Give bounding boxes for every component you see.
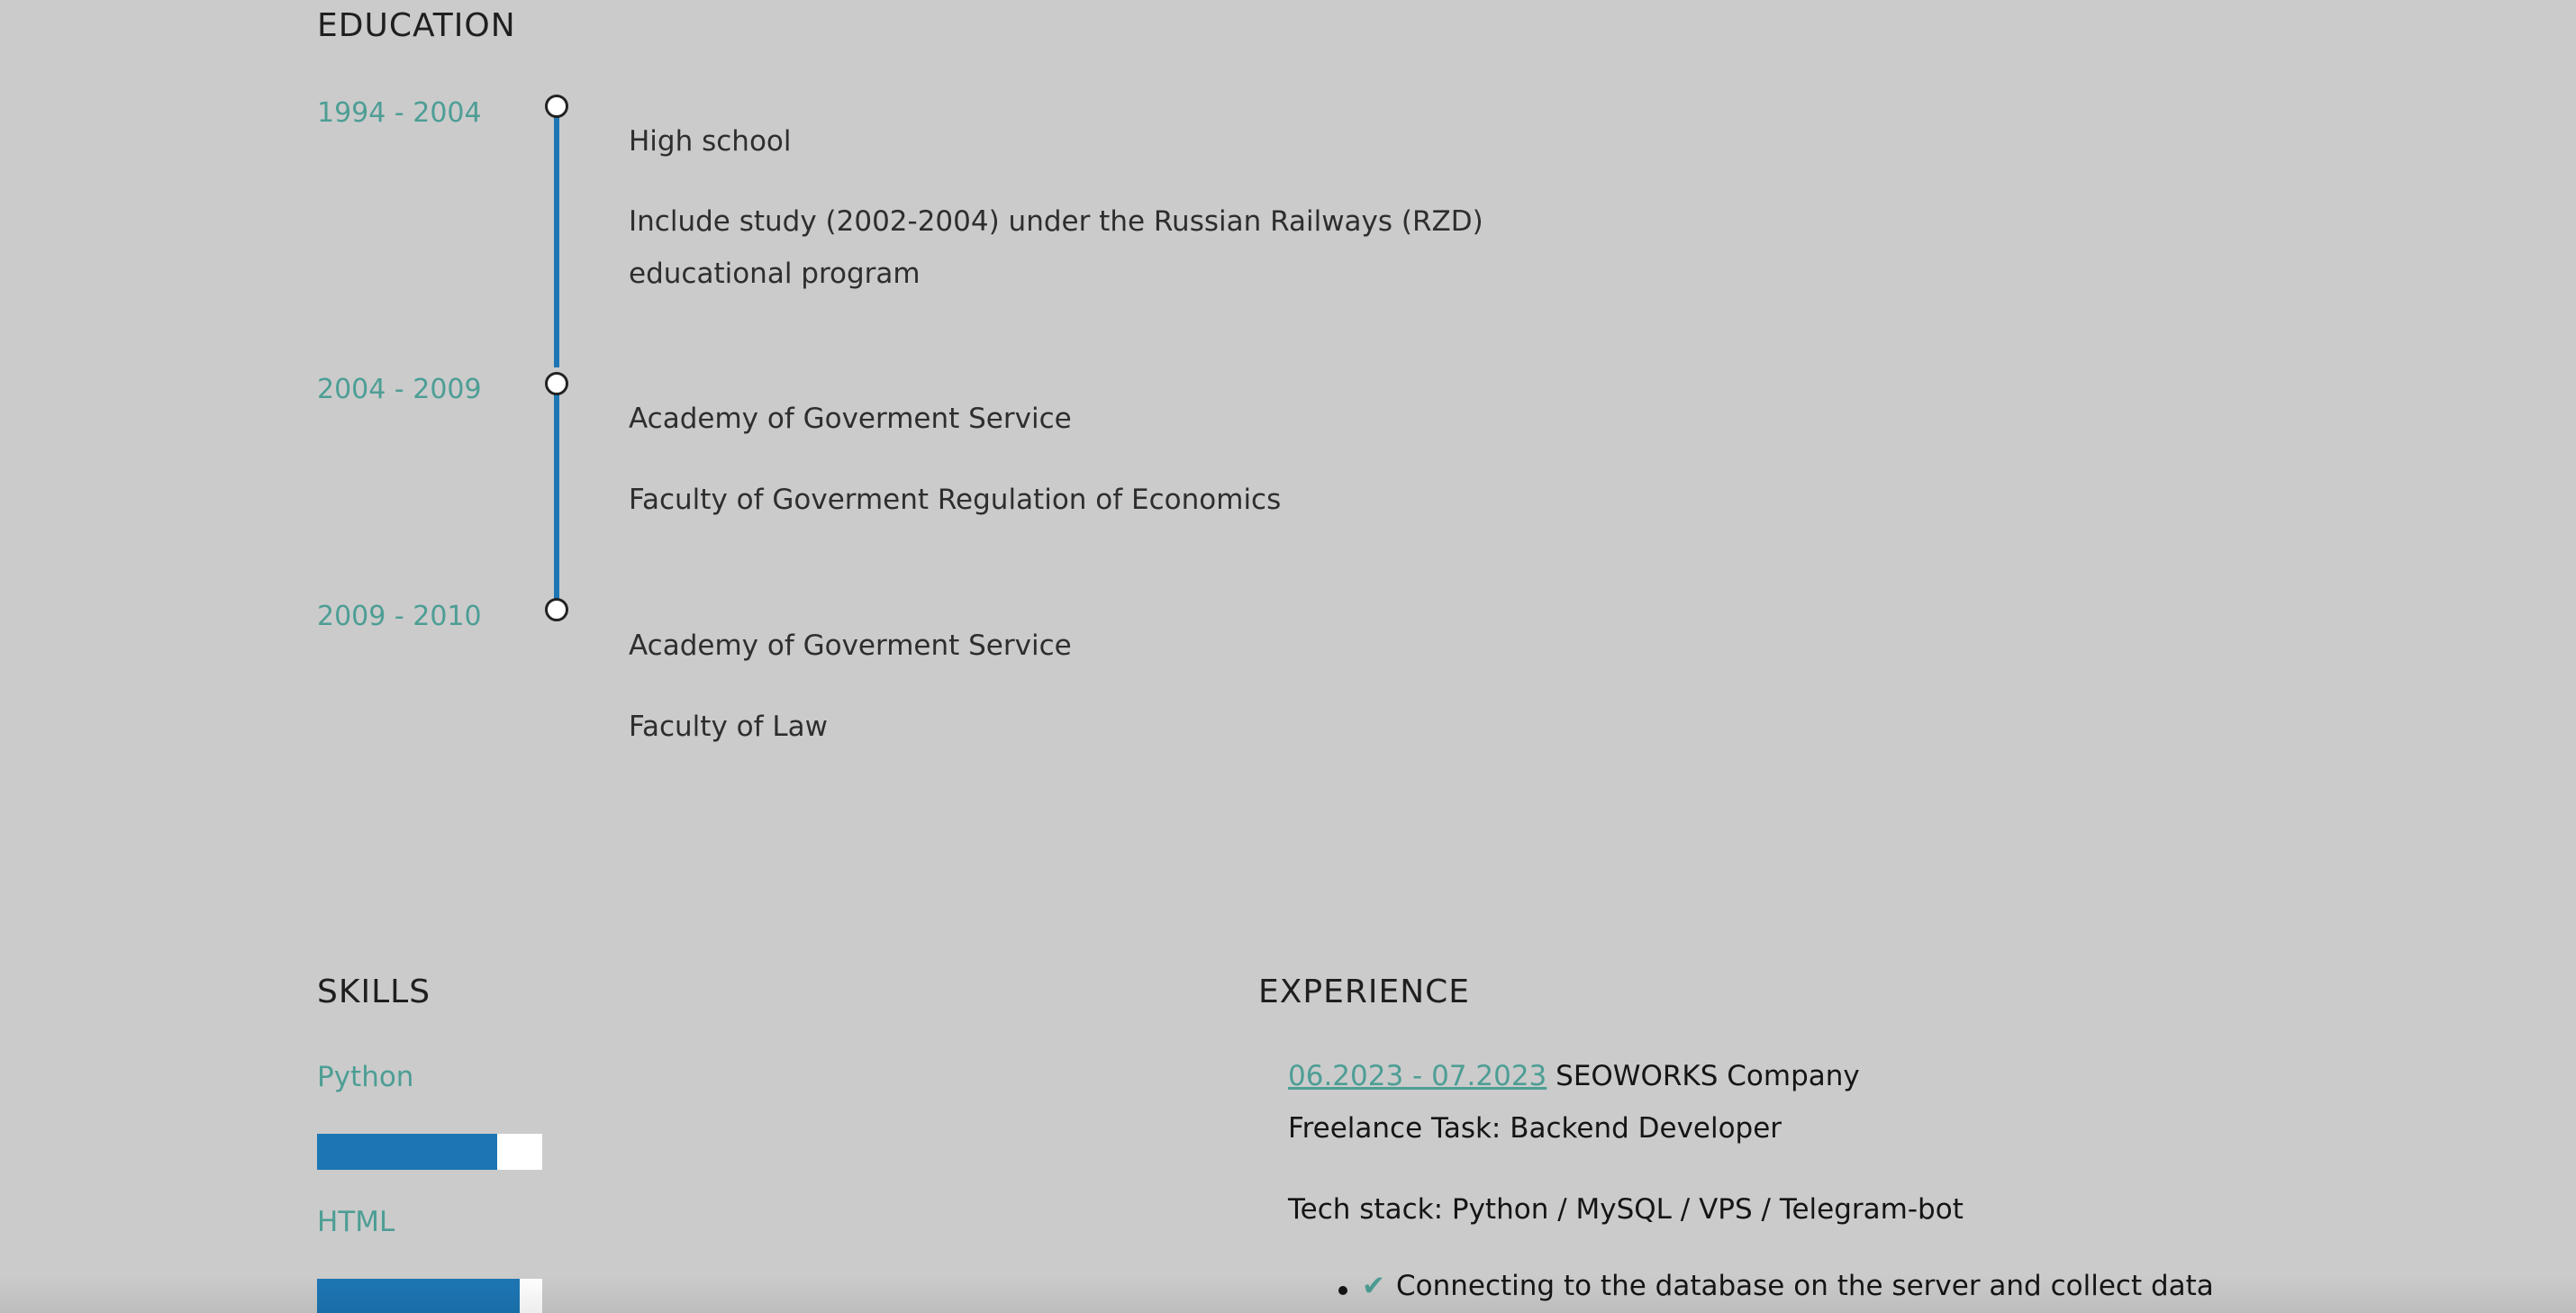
checkmark-icon: ✔ [1362, 1270, 1385, 1302]
skill-name: HTML [317, 1206, 395, 1238]
education-detail: Include study (2002-2004) under the Russ… [629, 205, 1483, 238]
education-period: 1994 - 2004 [317, 97, 482, 129]
experience-heading: 06.2023 - 07.2023 SEOWORKS Company [1288, 1060, 1860, 1092]
skill-progress-fill [317, 1279, 520, 1313]
experience-bullets: ✔ Connecting to the database on the serve… [1338, 1270, 2214, 1302]
skill-progress-bar [317, 1134, 542, 1170]
circle-marker-icon [545, 95, 568, 118]
circle-marker-icon [545, 598, 568, 621]
skill-name: Python [317, 1061, 414, 1093]
education-period: 2009 - 2010 [317, 601, 482, 632]
skill-progress-bar [317, 1279, 542, 1313]
education-period: 2004 - 2009 [317, 374, 482, 405]
education-detail: Faculty of Law [629, 711, 828, 743]
skill-progress-fill [317, 1134, 497, 1170]
circle-marker-icon [545, 372, 568, 395]
timeline-line [554, 117, 559, 367]
bullet-disc-icon [1338, 1286, 1347, 1295]
experience-tech-stack: Tech stack: Python / MySQL / VPS / Teleg… [1288, 1193, 1964, 1226]
skills-title: SKILLS [317, 973, 431, 1010]
education-institution: Academy of Goverment Service [629, 403, 1072, 435]
timeline-line [554, 394, 559, 603]
education-title: EDUCATION [317, 7, 516, 44]
list-item: ✔ Connecting to the database on the serve… [1338, 1270, 2214, 1302]
bullet-text: Connecting to the database on the server… [1395, 1270, 2214, 1302]
education-institution: Academy of Goverment Service [629, 629, 1072, 662]
experience-period-link[interactable]: 06.2023 - 07.2023 [1288, 1060, 1547, 1092]
education-institution: High school [629, 125, 792, 158]
experience-company: SEOWORKS Company [1556, 1060, 1860, 1092]
resume-page: EDUCATION 1994 - 2004 High school Includ… [0, 0, 2576, 1313]
education-detail: educational program [629, 258, 921, 290]
education-detail: Faculty of Goverment Regulation of Econo… [629, 484, 1282, 516]
experience-title: EXPERIENCE [1258, 973, 1471, 1010]
experience-role: Freelance Task: Backend Developer [1288, 1112, 1782, 1145]
